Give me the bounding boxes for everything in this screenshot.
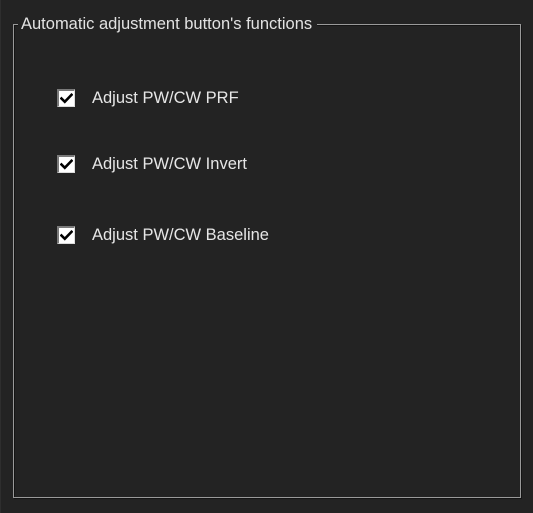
adjust-invert-label[interactable]: Adjust PW/CW Invert [92, 154, 247, 174]
settings-panel: Automatic adjustment button's functions … [0, 0, 533, 513]
adjust-prf-label[interactable]: Adjust PW/CW PRF [92, 88, 239, 108]
adjust-baseline-option[interactable]: Adjust PW/CW Baseline [57, 224, 269, 246]
adjust-invert-option[interactable]: Adjust PW/CW Invert [57, 153, 247, 175]
checkmark-icon [60, 92, 73, 104]
checkmark-icon [60, 229, 73, 241]
groupbox-title: Automatic adjustment button's functions [18, 14, 318, 34]
adjust-baseline-label[interactable]: Adjust PW/CW Baseline [92, 225, 269, 245]
adjust-invert-checkbox[interactable] [57, 155, 75, 173]
adjust-prf-option[interactable]: Adjust PW/CW PRF [57, 87, 239, 109]
checkmark-icon [60, 158, 73, 170]
adjust-prf-checkbox[interactable] [57, 89, 75, 107]
adjust-baseline-checkbox[interactable] [57, 226, 75, 244]
